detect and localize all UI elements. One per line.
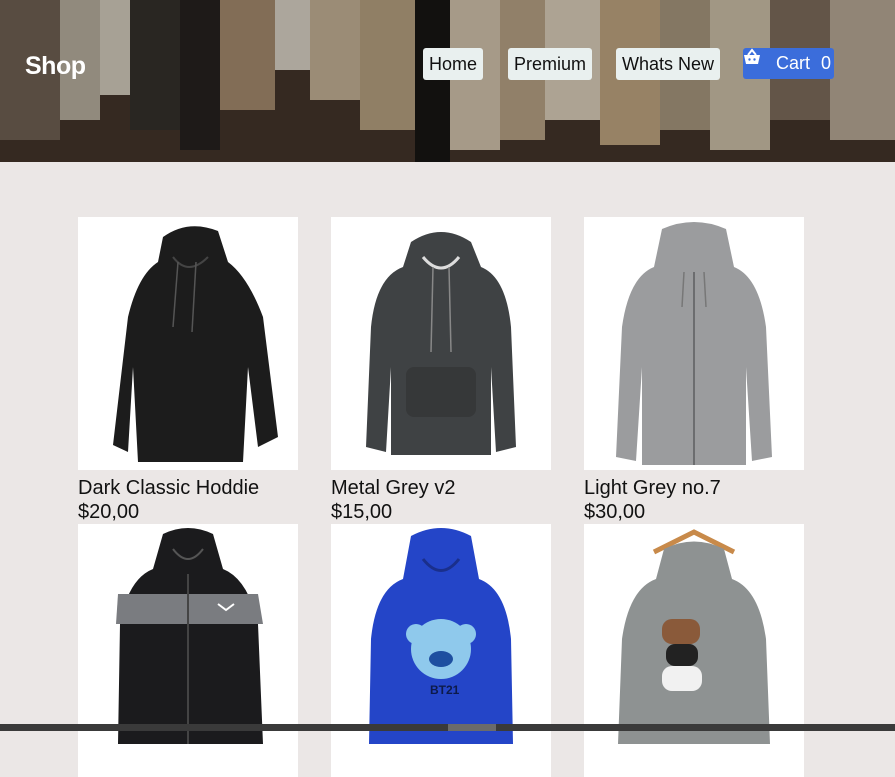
- cart-button[interactable]: Cart 0: [743, 48, 834, 79]
- cart-count: 0: [821, 53, 832, 73]
- product-image[interactable]: BT21: [331, 524, 551, 777]
- scrollbar-thumb[interactable]: [448, 724, 496, 731]
- product-image[interactable]: [584, 524, 804, 777]
- product-name[interactable]: Metal Grey v2: [331, 476, 551, 500]
- horizontal-scrollbar[interactable]: [0, 724, 895, 731]
- product-card[interactable]: [78, 524, 298, 777]
- product-image[interactable]: [78, 217, 298, 470]
- product-image[interactable]: [331, 217, 551, 470]
- product-name[interactable]: Light Grey no.7: [584, 476, 804, 500]
- product-price: $20,00: [78, 501, 140, 523]
- product-card[interactable]: BT21: [331, 524, 551, 777]
- nav-home-button[interactable]: Home: [423, 48, 484, 80]
- clothing-rack-image: [0, 0, 895, 162]
- product-card[interactable]: [584, 524, 804, 777]
- product-card[interactable]: Dark Classic Hoddie $20,00: [78, 217, 298, 524]
- product-card[interactable]: Metal Grey v2 $15,00: [331, 217, 551, 524]
- product-card[interactable]: Light Grey no.7 $30,00: [584, 217, 804, 524]
- nav-premium-button[interactable]: Premium: [508, 48, 593, 80]
- bt21-graphic-text: BT21: [430, 683, 460, 697]
- product-name[interactable]: Dark Classic Hoddie: [78, 476, 298, 500]
- hero-banner: Shop Home Premium Whats New Cart 0: [0, 0, 895, 162]
- shopping-basket-icon: [744, 48, 769, 73]
- product-price: $30,00: [584, 501, 646, 523]
- brand-logo[interactable]: Shop: [25, 52, 86, 81]
- nav-whats-new-button[interactable]: Whats New: [616, 48, 721, 80]
- product-price: $15,00: [331, 501, 393, 523]
- product-image[interactable]: [78, 524, 298, 777]
- cart-label: Cart: [776, 53, 811, 73]
- product-image[interactable]: [584, 217, 804, 470]
